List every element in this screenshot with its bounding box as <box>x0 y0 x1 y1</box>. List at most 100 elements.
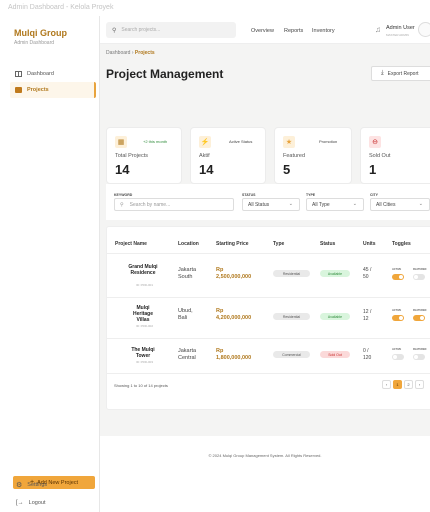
nav-reports[interactable]: Reports <box>284 28 303 34</box>
price: Rp 1,800,000,000 <box>216 348 251 362</box>
nav-inventory[interactable]: Inventory <box>312 28 335 34</box>
toggle-label: FEATURED <box>413 268 427 271</box>
export-label: Export Report <box>387 70 419 77</box>
active-toggle[interactable] <box>392 354 404 360</box>
star-icon: ★ <box>283 136 295 148</box>
price-currency: Rp <box>216 267 224 273</box>
type-value: All Type <box>312 201 330 208</box>
location-line: South <box>178 274 193 280</box>
brand-subtitle: Admin Dashboard <box>14 40 55 46</box>
location: Jakarta South <box>178 267 196 281</box>
project-name[interactable]: Grand Mulqi Residence <box>128 264 158 276</box>
price: Rp 2,500,000,000 <box>216 267 251 281</box>
nav-overview[interactable]: Overview <box>251 28 274 34</box>
keyword-input[interactable]: ⚲ Search by name... <box>114 198 234 211</box>
column-header: Project Name <box>115 241 147 247</box>
search-icon: ⚲ <box>120 201 124 208</box>
prev-page-button[interactable]: ‹ <box>382 380 391 389</box>
divider <box>107 373 430 374</box>
toggle-label: FEATURED <box>413 348 427 351</box>
stat-card-sold-out: ⊖ Sold Out 1 <box>360 127 430 184</box>
price-amount: 2,500,000,000 <box>216 274 252 280</box>
footer: © 2024 Mulqi Group Management System. Al… <box>100 436 430 512</box>
logout-icon: [→ <box>16 500 24 506</box>
units-line: 45 / <box>363 267 372 273</box>
keyword-label: KEYWORD <box>114 193 133 197</box>
sidebar-item-projects[interactable]: Projects <box>10 82 96 98</box>
type-label: TYPE <box>306 193 316 197</box>
stat-value: 5 <box>283 162 291 177</box>
price: Rp 4,200,000,000 <box>216 308 251 322</box>
stat-value: 14 <box>199 162 214 177</box>
window-title: Admin Dashboard - Kelola Proyek <box>0 0 430 16</box>
search-icon: ⚲ <box>112 27 117 34</box>
type-select[interactable]: All Type ⌄ <box>306 198 364 211</box>
sidebar-item-dashboard[interactable]: Dashboard <box>10 66 96 82</box>
user-name: Admin User <box>386 25 415 31</box>
sidebar-item-label: Projects <box>27 87 49 93</box>
column-header: Status <box>320 241 336 247</box>
status-badge: Sold Out <box>320 351 350 358</box>
featured-toggle[interactable] <box>413 315 425 321</box>
chevron-down-icon: ⌄ <box>352 201 357 207</box>
status-select[interactable]: All Status ⌄ <box>242 198 300 211</box>
project-name[interactable]: The Mulqi Tower <box>128 347 158 359</box>
minus-circle-icon: ⊖ <box>369 136 381 148</box>
status-badge: Available <box>320 270 350 277</box>
location: Ubud, Bali <box>178 308 193 322</box>
price-amount: 1,800,000,000 <box>216 355 252 361</box>
brand-name: Mulqi Group <box>14 28 67 38</box>
project-id: ID: PRD-001 <box>136 283 154 287</box>
stat-label: Featured <box>283 153 306 159</box>
location-line: Ubud, <box>178 308 193 314</box>
stat-tag: Active Status <box>229 139 253 144</box>
type-badge: Residential <box>273 270 310 277</box>
page-button-1[interactable]: 1 <box>393 380 402 389</box>
filter-bar: KEYWORD ⚲ Search by name... STATUS All S… <box>106 184 430 220</box>
units-line: 12 <box>363 316 369 322</box>
units: 12 /12 <box>363 309 371 323</box>
toggle-label: ACTIVE <box>392 348 402 351</box>
search-input[interactable]: ⚲ Search projects... <box>106 22 236 38</box>
download-icon: ⤓ <box>381 70 384 76</box>
stat-card-active: ⚡ Active Status Aktif 14 <box>190 127 266 184</box>
next-page-button[interactable]: › <box>415 380 424 389</box>
toggle-knob <box>399 316 403 320</box>
active-toggle[interactable] <box>392 274 404 280</box>
city-select[interactable]: All Cities ⌄ <box>370 198 430 211</box>
export-report-button[interactable]: ⤓ Export Report <box>371 66 430 81</box>
stat-tag: Promotion <box>319 139 338 144</box>
stat-label: Total Projects <box>115 153 149 159</box>
stat-value: 1 <box>369 162 377 177</box>
active-toggle[interactable] <box>392 315 404 321</box>
toggle-label: ACTIVE <box>392 268 402 271</box>
location-line: Jakarta <box>178 348 197 354</box>
divider <box>107 297 430 298</box>
bell-icon[interactable]: ♫ <box>375 25 381 34</box>
toggle-knob <box>414 355 418 359</box>
stat-card-featured: ★ Promotion Featured 5 <box>274 127 352 184</box>
type-badge: Residential <box>273 313 310 320</box>
stat-card-total-projects: ▦ +2 this month Total Projects 14 <box>106 127 182 184</box>
project-id: ID: PRD-003 <box>136 360 154 364</box>
units-line: 120 <box>363 355 372 361</box>
divider <box>107 338 430 339</box>
project-name[interactable]: Mulqi Heritage Villas <box>128 305 158 323</box>
divider <box>107 253 430 254</box>
avatar[interactable] <box>418 22 430 37</box>
logout-link[interactable]: [→ Logout <box>16 500 46 506</box>
sidebar: Mulqi Group Admin Dashboard Dashboard Pr… <box>0 16 100 512</box>
project-id: ID: PRD-002 <box>136 324 154 328</box>
featured-toggle[interactable] <box>413 274 425 280</box>
dashboard-icon <box>15 71 22 77</box>
column-header: Units <box>363 241 376 247</box>
status-badge: Available <box>320 313 350 320</box>
settings-link[interactable]: ⚙ Settings <box>16 481 47 489</box>
user-role: MASTER ADMIN <box>386 33 409 37</box>
pagination-summary: Showing 1 to 10 of 14 projects <box>114 383 168 388</box>
featured-toggle[interactable] <box>413 354 425 360</box>
page-button-2[interactable]: 2 <box>404 380 413 389</box>
breadcrumb-root[interactable]: Dashboard <box>106 50 130 56</box>
stat-tag: +2 this month <box>143 139 168 144</box>
toggle-label: FEATURED <box>413 309 427 312</box>
